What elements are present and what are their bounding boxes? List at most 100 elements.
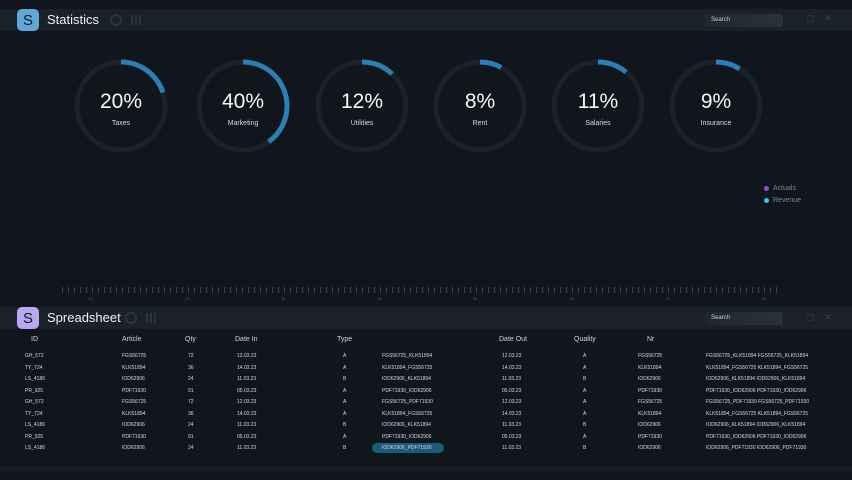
gauge-marketing[interactable]: 40% Marketing [195, 58, 291, 154]
table-cell[interactable]: 11.03.23 [502, 445, 521, 451]
table-cell[interactable]: PDF71930 [122, 388, 146, 394]
table-cell[interactable]: 91 [188, 388, 194, 394]
table-cell[interactable]: PDF71930_IOD62906 PDF71930_IOD62906 [706, 388, 806, 394]
table-cell[interactable]: IOD62906 [122, 445, 145, 451]
table-cell[interactable]: PDF71930_IOD62906 [382, 388, 431, 394]
table-cell[interactable]: 14.03.23 [237, 365, 256, 371]
table-cell[interactable]: FGS56725 [638, 353, 662, 359]
table-cell[interactable]: FGS56725 [122, 353, 146, 359]
gauge-insurance[interactable]: 9% Insurance [668, 58, 764, 154]
table-cell[interactable]: 12.03.23 [502, 399, 521, 405]
table-cell[interactable]: FGS56725 [638, 399, 662, 405]
table-cell[interactable]: IOD62906 [638, 445, 661, 451]
spreadsheet-search-input[interactable]: Search [705, 312, 783, 325]
table-cell[interactable]: 24 [188, 376, 194, 382]
table-cell[interactable]: 14.03.23 [237, 411, 256, 417]
table-cell[interactable]: LS_4186 [25, 422, 45, 428]
table-cell[interactable]: A [583, 365, 586, 371]
table-row[interactable]: PR_925 PDF71930 91 05.03.23 A PDF71930_IOD629… [0, 432, 852, 443]
table-cell[interactable]: IOD62906 [638, 422, 661, 428]
table-cell[interactable]: B [343, 445, 346, 451]
statistics-search-input[interactable]: Search [705, 14, 783, 27]
table-cell[interactable]: PR_925 [25, 434, 43, 440]
column-header-type[interactable]: Type [337, 336, 352, 343]
table-cell[interactable]: 12.03.23 [237, 399, 256, 405]
maximize-icon[interactable]: ▢ [806, 312, 815, 323]
table-cell[interactable]: FGS56725_KLK51894 [382, 353, 432, 359]
column-header-date-in[interactable]: Date In [235, 336, 258, 343]
table-row[interactable]: TY_724 KLK51894 36 14.03.23 A KLK51894_FGS567… [0, 363, 852, 374]
column-header-article[interactable]: Article [122, 336, 141, 343]
gauge-salaries[interactable]: 11% Salaries [550, 58, 646, 154]
table-cell[interactable]: IOD62906_KLK51894 [382, 376, 431, 382]
table-cell[interactable]: A [343, 399, 346, 405]
table-cell[interactable]: B [343, 422, 346, 428]
table-cell[interactable]: FGS56725_KLK51894 FGS56725_KLK51894 [706, 353, 808, 359]
table-cell[interactable]: KLK51894 [638, 411, 661, 417]
table-cell[interactable]: KLK51894_FGS56725 KLK51894_FGS56725 [706, 365, 808, 371]
table-cell[interactable]: 72 [188, 399, 194, 405]
table-cell[interactable]: 14.03.23 [502, 365, 521, 371]
table-cell[interactable]: 24 [188, 422, 194, 428]
table-cell[interactable]: IOD62906 [638, 376, 661, 382]
spreadsheet-app-icon[interactable]: S [17, 307, 39, 329]
table-cell[interactable]: 11.03.23 [502, 422, 521, 428]
maximize-icon[interactable]: ▢ [806, 13, 815, 24]
table-cell[interactable]: KLK51894_FGS56725 [382, 411, 432, 417]
table-cell[interactable]: IOD62906_PDF71930 [382, 445, 431, 451]
table-cell[interactable]: 12.03.23 [502, 353, 521, 359]
table-cell[interactable]: 72 [188, 353, 194, 359]
table-cell[interactable]: A [343, 353, 346, 359]
table-cell[interactable]: B [583, 376, 586, 382]
timeline-ruler[interactable] [62, 287, 780, 293]
table-cell[interactable]: PDF71930 [638, 388, 662, 394]
table-cell[interactable]: IOD62906_KLK51894 [382, 422, 431, 428]
table-cell[interactable]: FGS56725 [122, 399, 146, 405]
table-row[interactable]: GH_572 FGS56725 72 12.03.23 A FGS56725_KLK518… [0, 351, 852, 362]
table-row[interactable]: LS_4186 IOD62906 24 11.03.23 B IOD62906_KLK51… [0, 374, 852, 385]
table-cell[interactable]: PR_925 [25, 388, 43, 394]
table-cell[interactable]: A [583, 388, 586, 394]
table-cell[interactable]: 05.03.23 [237, 388, 256, 394]
table-cell[interactable]: KLK51894 [122, 411, 145, 417]
table-cell[interactable]: A [583, 434, 586, 440]
column-header-date-out[interactable]: Date Out [499, 336, 527, 343]
close-icon[interactable]: ✕ [824, 312, 832, 323]
column-header-quality[interactable]: Quality [574, 336, 596, 343]
close-icon[interactable]: ✕ [824, 13, 832, 24]
table-cell[interactable]: 36 [188, 411, 194, 417]
table-cell[interactable]: KLK51894 [122, 365, 145, 371]
table-cell[interactable]: 91 [188, 434, 194, 440]
table-cell[interactable]: A [583, 399, 586, 405]
table-cell[interactable]: 11.03.23 [502, 376, 521, 382]
table-row[interactable]: LS_4186 IOD62906 24 11.03.23 B IOD62906_PDF71… [0, 443, 852, 454]
table-cell[interactable]: PDF71930_IOD62906 [382, 434, 431, 440]
table-cell[interactable]: A [343, 411, 346, 417]
table-cell[interactable]: 11.03.23 [237, 376, 256, 382]
table-cell[interactable]: 11.03.23 [237, 445, 256, 451]
table-cell[interactable]: LS_4186 [25, 445, 45, 451]
table-cell[interactable]: 24 [188, 445, 194, 451]
table-cell[interactable]: PDF71930 [638, 434, 662, 440]
table-cell[interactable]: B [583, 422, 586, 428]
table-cell[interactable]: B [583, 445, 586, 451]
column-header-qty[interactable]: Qty [185, 336, 196, 343]
gauge-utilities[interactable]: 12% Utilities [314, 58, 410, 154]
table-cell[interactable]: FGS56725_PDF71930 FGS56725_PDF71930 [706, 399, 809, 405]
table-row[interactable]: PR_925 PDF71930 91 05.03.23 A PDF71930_IOD629… [0, 386, 852, 397]
table-cell[interactable]: A [583, 353, 586, 359]
table-cell[interactable]: A [583, 411, 586, 417]
table-cell[interactable]: TY_724 [25, 411, 43, 417]
table-row[interactable]: LS_4186 IOD62906 24 11.03.23 B IOD62906_KLK51… [0, 420, 852, 431]
table-cell[interactable]: IOD62906 [122, 376, 145, 382]
gauge-rent[interactable]: 8% Rent [432, 58, 528, 154]
table-cell[interactable]: TY_724 [25, 365, 43, 371]
table-cell[interactable]: PDF71930_IOD62906 PDF71930_IOD62906 [706, 434, 806, 440]
table-cell[interactable]: IOD62906_PDF71930 IOD62906_PDF71930 [706, 445, 806, 451]
table-cell[interactable]: 14.03.23 [502, 411, 521, 417]
table-cell[interactable]: GH_572 [25, 399, 44, 405]
column-header-id[interactable]: ID [31, 336, 38, 343]
table-cell[interactable]: 36 [188, 365, 194, 371]
table-cell[interactable]: 12.03.23 [237, 353, 256, 359]
table-cell[interactable]: B [343, 376, 346, 382]
